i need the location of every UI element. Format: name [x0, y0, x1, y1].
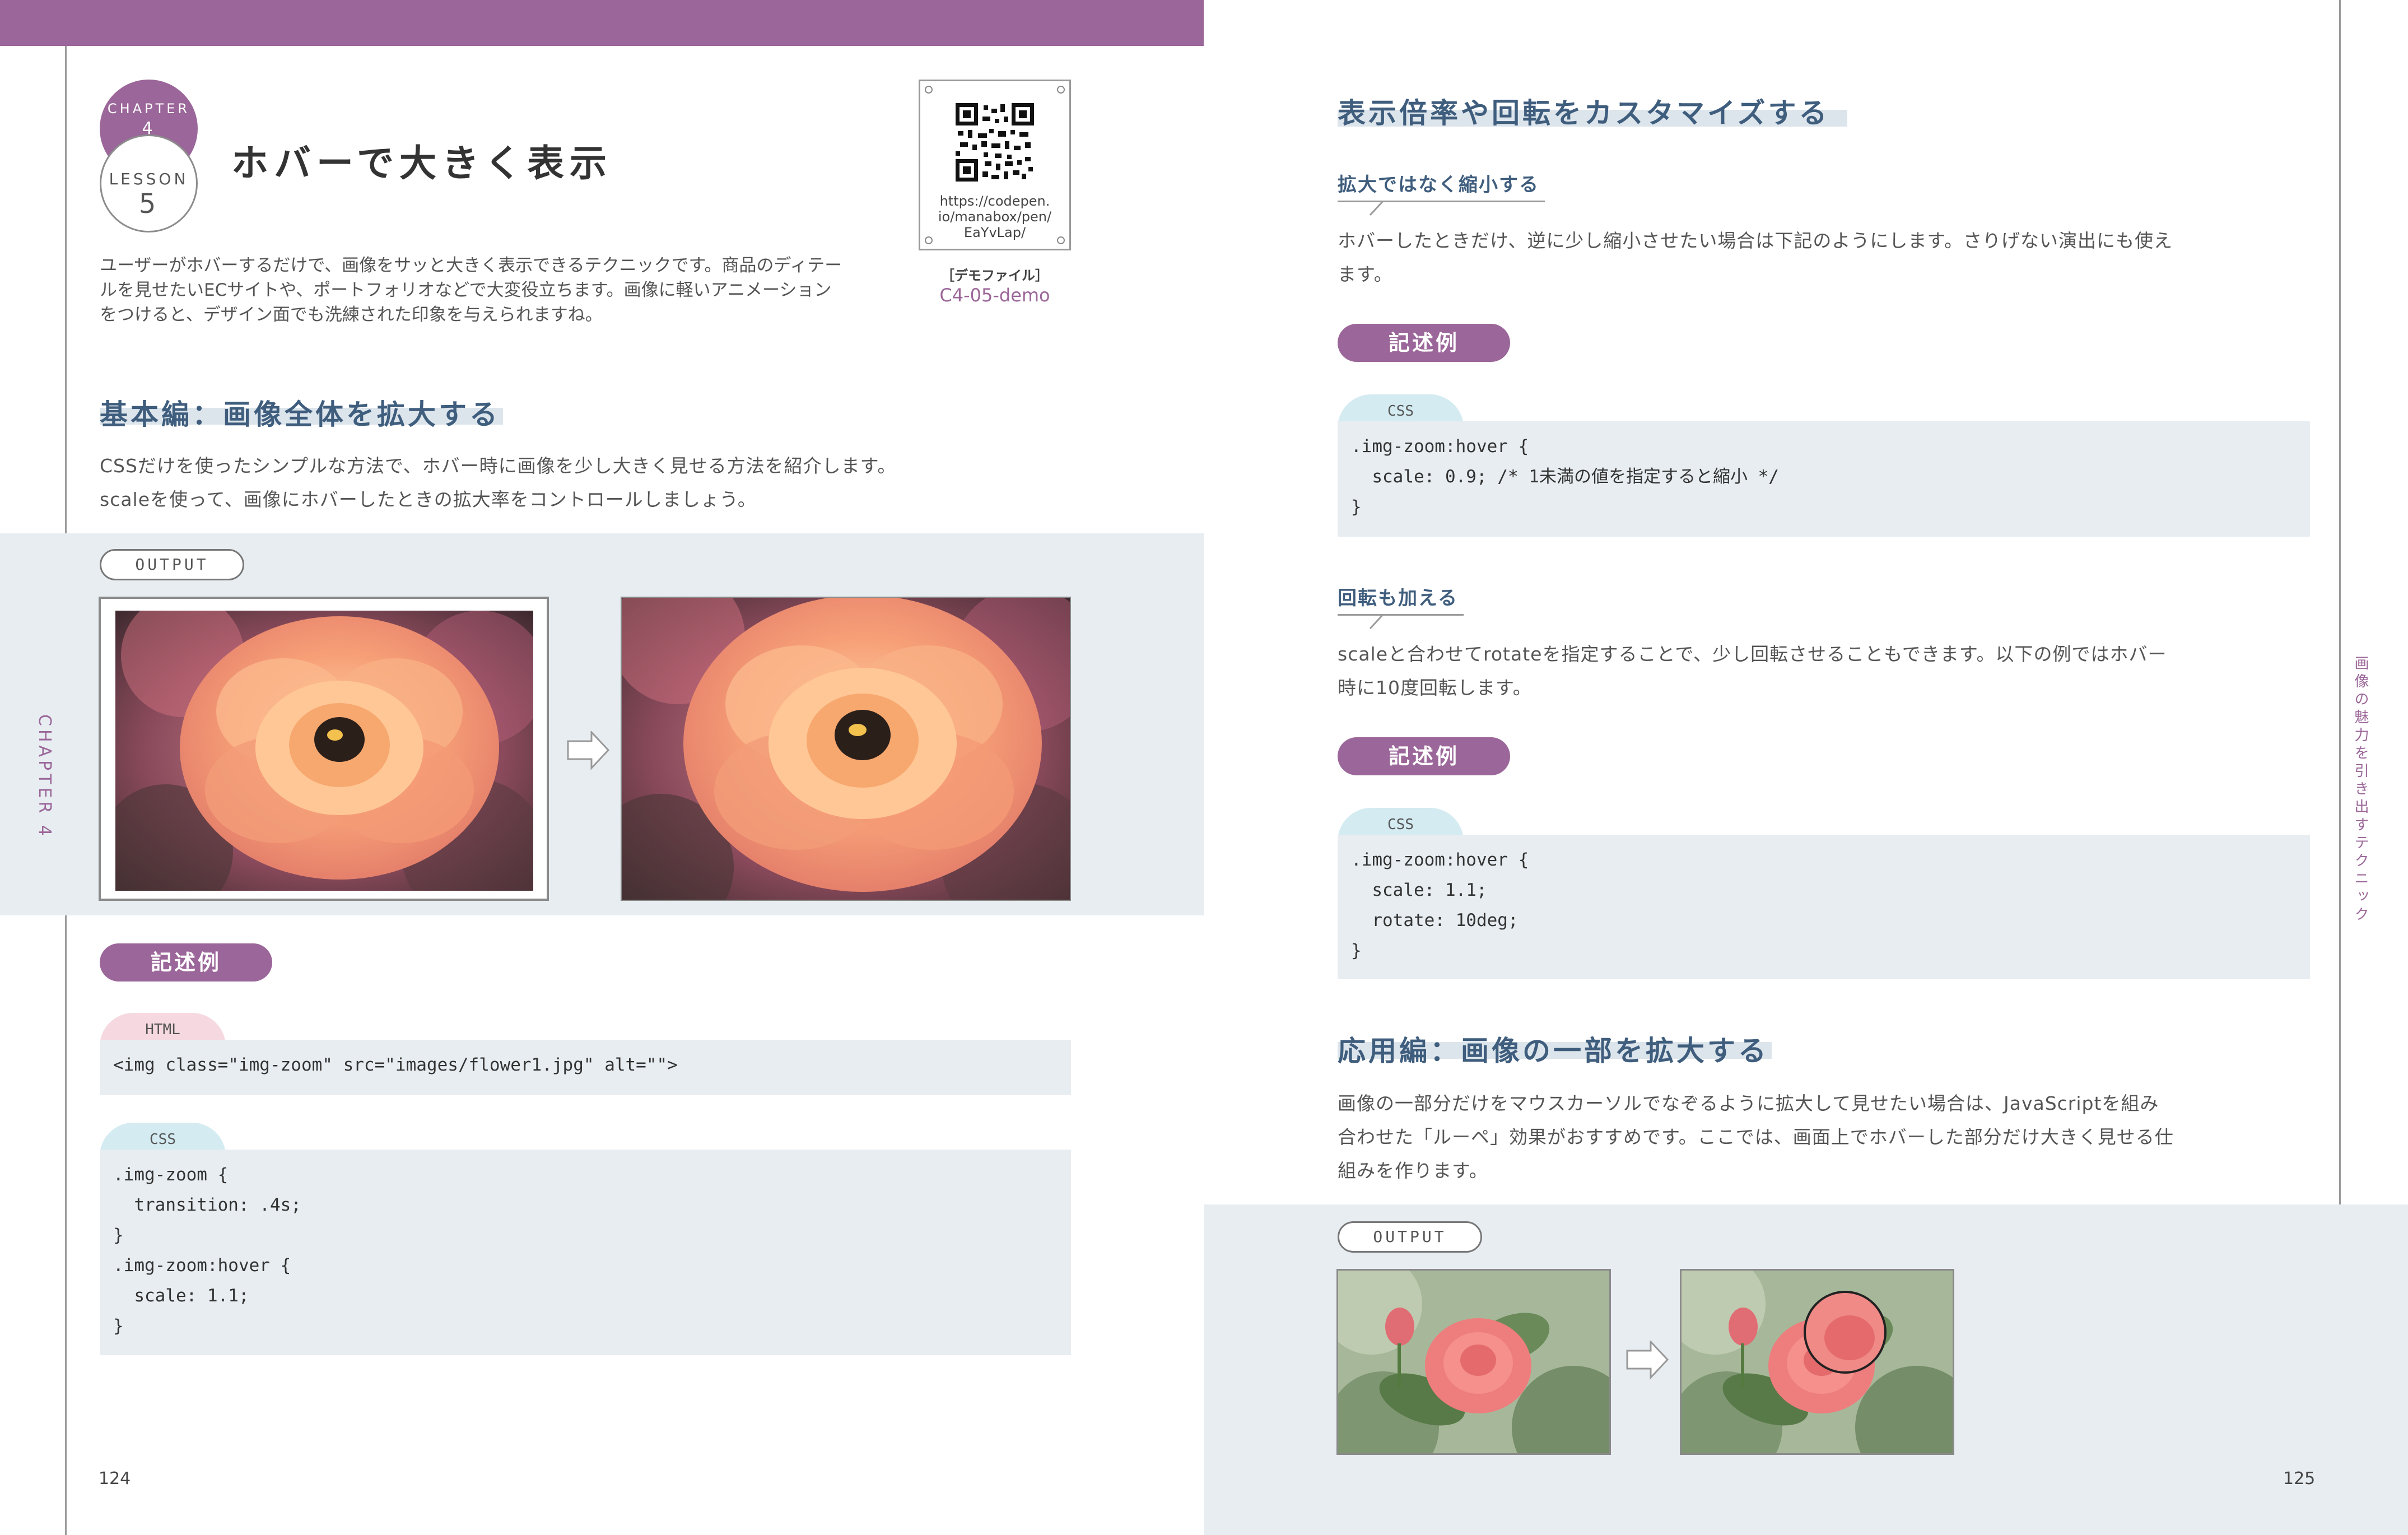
section-heading-advanced: 応用編：画像の一部を拡大する: [1338, 1029, 1769, 1069]
chapter-label: CHAPTER: [100, 101, 198, 117]
subheading-underline: [1338, 614, 1464, 616]
image-before-frame: [99, 597, 549, 901]
qr-url-line: EaYvLap/: [919, 225, 1071, 240]
image-after-frame: [621, 597, 1071, 901]
intro-line: ユーザーがホバーするだけで、画像をサッと大きく表示できるテクニックです。商品のデ…: [100, 253, 901, 278]
css-code-block: .img-zoom { transition: .4s; } .img-zoom…: [100, 1150, 1071, 1355]
demo-file-name[interactable]: C4-05-demo: [919, 285, 1071, 306]
garden-rose-before-frame: [1336, 1269, 1611, 1455]
rotate-body: scaleと合わせてrotateを指定することで、少し回転させることもできます。…: [1338, 638, 2211, 705]
garden-rose-after: [1682, 1271, 1953, 1453]
shrink-body-line: ます。: [1338, 258, 2211, 291]
output-label: OUTPUT: [1338, 1221, 1482, 1253]
advanced-body-line: 合わせた「ルーペ」効果がおすすめです。ここでは、画面上でホバーした部分だけ大きく…: [1338, 1120, 2211, 1154]
page-number-right: 125: [2283, 1469, 2315, 1489]
rose-image-before: [115, 611, 533, 891]
qr-url-line: https://codepen.: [919, 193, 1071, 209]
example-label: 記述例: [1338, 737, 1510, 775]
arrow-right-icon: [567, 731, 611, 770]
section-body-line: CSSだけを使ったシンプルな方法で、ホバー時に画像を少し大きく見せる方法を紹介し…: [100, 449, 1052, 483]
qr-url-line: io/manabox/pen/: [919, 209, 1071, 225]
demo-file-label: ［デモファイル］: [919, 264, 1071, 284]
html-code-block: <img class="img-zoom" src="images/flower…: [100, 1040, 1071, 1095]
arrow-right-icon: [1626, 1341, 1670, 1380]
rotate-body-line: scaleと合わせてrotateを指定することで、少し回転させることもできます。…: [1338, 638, 2211, 671]
intro-text: ユーザーがホバーするだけで、画像をサッと大きく表示できるテクニックです。商品のデ…: [100, 253, 901, 327]
section-heading: 基本編：画像全体を拡大する: [100, 392, 500, 432]
example-label: 記述例: [100, 943, 272, 982]
section-body: CSSだけを使ったシンプルな方法で、ホバー時に画像を少し大きく見せる方法を紹介し…: [100, 449, 1052, 517]
subheading-rotate: 回転も加える: [1338, 583, 1458, 610]
intro-line: をつけると、デザイン面でも洗練された印象を与えられますね。: [100, 303, 901, 327]
advanced-body-line: 画像の一部分だけをマウスカーソルでなぞるように拡大して見せたい場合は、JavaS…: [1338, 1087, 2211, 1120]
qr-url[interactable]: https://codepen. io/manabox/pen/ EaYvLap…: [919, 193, 1071, 240]
example-label: 記述例: [1338, 324, 1510, 362]
lesson-badge: LESSON 5: [100, 134, 198, 232]
pointer-tick-icon: [1367, 614, 1389, 631]
lesson-title: ホバーで大きく表示: [231, 133, 612, 187]
shrink-body: ホバーしたときだけ、逆に少し縮小させたい場合は下記のようにします。さりげない演出…: [1338, 224, 2211, 291]
pointer-tick-icon: [1367, 201, 1389, 217]
advanced-body: 画像の一部分だけをマウスカーソルでなぞるように拡大して見せたい場合は、JavaS…: [1338, 1087, 2211, 1188]
advanced-body-line: 組みを作ります。: [1338, 1154, 2211, 1188]
css-code-block-shrink: .img-zoom:hover { scale: 0.9; /* 1未満の値を指…: [1338, 421, 2310, 537]
side-title: 画像の魅力を引き出すテクニック: [2350, 655, 2371, 924]
lesson-label: LESSON: [100, 170, 198, 188]
side-chapter-label: CHAPTER 4: [35, 714, 54, 839]
intro-line: ルを見せたいECサイトや、ポートフォリオなどで大変役立ちます。画像に軽いアニメー…: [100, 278, 901, 303]
shrink-body-line: ホバーしたときだけ、逆に少し縮小させたい場合は下記のようにします。さりげない演出…: [1338, 224, 2211, 258]
output-label: OUTPUT: [100, 549, 244, 580]
rotate-body-line: 時に10度回転します。: [1338, 671, 2211, 705]
page-number-left: 124: [99, 1469, 131, 1489]
lesson-number: 5: [100, 188, 198, 220]
top-color-bar: [0, 0, 1204, 46]
section-heading-customize: 表示倍率や回転をカスタマイズする: [1338, 91, 1830, 131]
section-body-line: scaleを使って、画像にホバーしたときの拡大率をコントロールしましょう。: [100, 483, 1052, 517]
garden-rose-before: [1338, 1271, 1609, 1453]
rose-image-after: [622, 598, 1070, 900]
subheading-shrink: 拡大ではなく縮小する: [1338, 169, 1539, 197]
css-code-block-rotate: .img-zoom:hover { scale: 1.1; rotate: 10…: [1338, 835, 2310, 979]
garden-rose-after-frame: [1680, 1269, 1954, 1455]
